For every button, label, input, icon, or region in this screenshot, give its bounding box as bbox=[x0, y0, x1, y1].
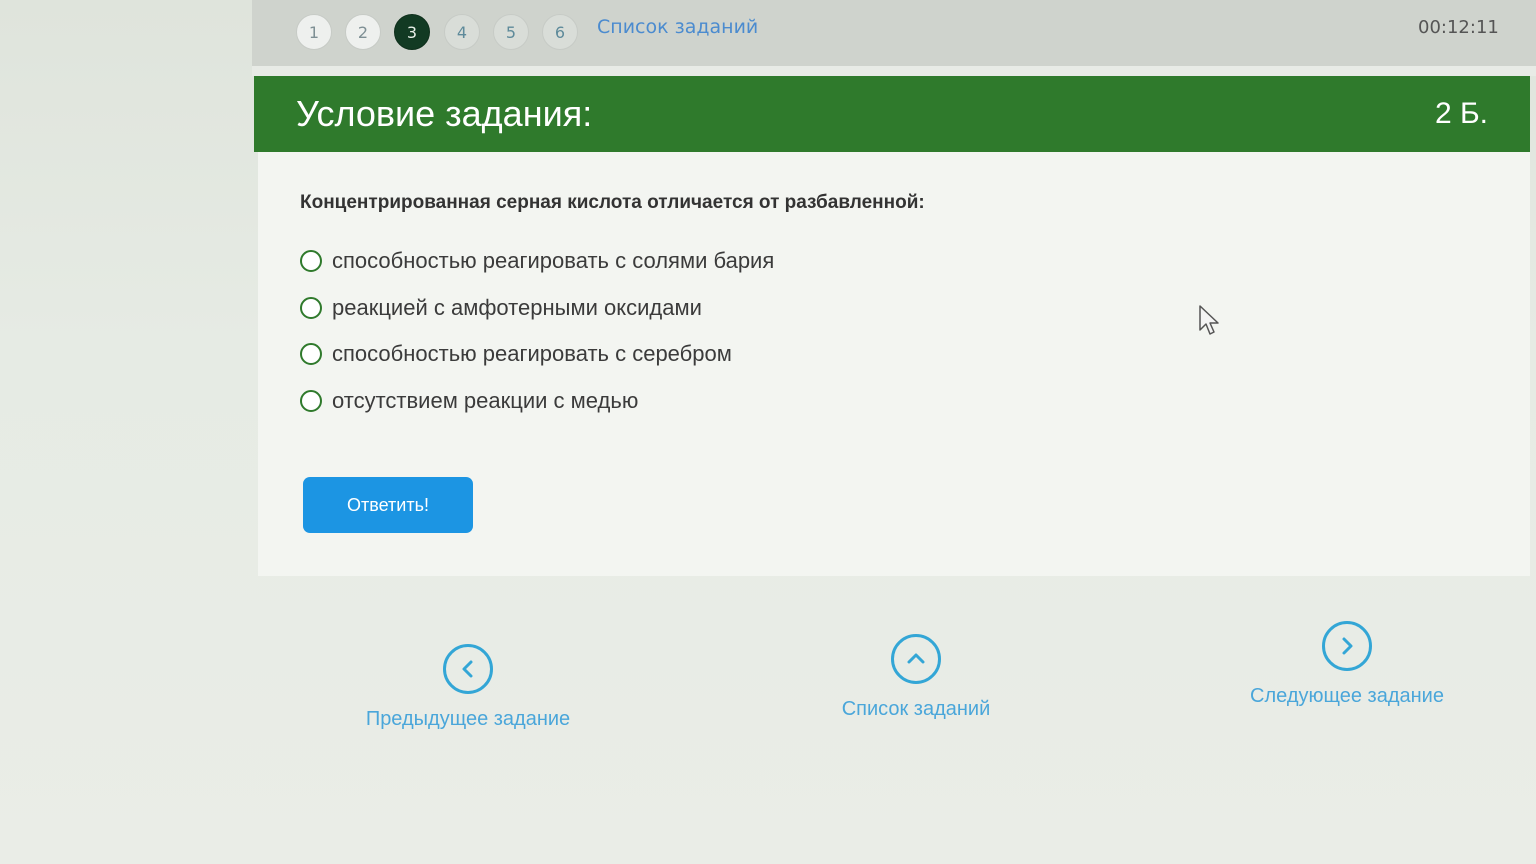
prev-task-link[interactable]: Предыдущее задание bbox=[366, 708, 570, 731]
page-title: Условие задания: bbox=[296, 93, 593, 134]
task-number-2[interactable]: 2 bbox=[345, 14, 381, 50]
task-header: Условие задания: 2 Б. bbox=[254, 76, 1530, 152]
task-number-3[interactable]: 3 bbox=[394, 14, 430, 50]
mouse-pointer-icon bbox=[1199, 305, 1219, 335]
points-badge: 2 Б. bbox=[1434, 97, 1488, 130]
timer: 00:12:11 bbox=[1418, 17, 1499, 38]
radio-button[interactable] bbox=[300, 390, 322, 412]
option-label: способностью реагировать с солями бария bbox=[332, 248, 775, 273]
answer-option-1[interactable]: способностью реагировать с солями бария bbox=[300, 246, 774, 276]
task-list-bottom-link[interactable]: Список заданий bbox=[842, 698, 991, 721]
task-list-nav[interactable]: Список заданий bbox=[826, 634, 1006, 721]
task-number-1[interactable]: 1 bbox=[296, 14, 332, 50]
radio-button[interactable] bbox=[300, 343, 322, 365]
prev-task-nav[interactable]: Предыдущее задание bbox=[351, 644, 585, 731]
chevron-right-icon[interactable] bbox=[1322, 621, 1372, 671]
answer-option-4[interactable]: отсутствием реакции с медью bbox=[300, 386, 638, 416]
chevron-left-icon[interactable] bbox=[443, 644, 493, 694]
next-task-link[interactable]: Следующее задание bbox=[1250, 685, 1444, 708]
next-task-nav[interactable]: Следующее задание bbox=[1240, 621, 1454, 708]
task-number-5[interactable]: 5 bbox=[493, 14, 529, 50]
chevron-up-icon[interactable] bbox=[891, 634, 941, 684]
answer-option-3[interactable]: способностью реагировать с серебром bbox=[300, 339, 732, 369]
question-text: Концентрированная серная кислота отличае… bbox=[300, 192, 925, 213]
radio-button[interactable] bbox=[300, 297, 322, 319]
option-label: способностью реагировать с серебром bbox=[332, 341, 732, 366]
task-number-6[interactable]: 6 bbox=[542, 14, 578, 50]
task-card: Концентрированная серная кислота отличае… bbox=[258, 152, 1530, 576]
divider bbox=[252, 66, 1536, 76]
option-label: реакцией с амфотерными оксидами bbox=[332, 295, 702, 320]
answer-button[interactable]: Ответить! bbox=[303, 477, 473, 533]
radio-button[interactable] bbox=[300, 250, 322, 272]
answer-option-2[interactable]: реакцией с амфотерными оксидами bbox=[300, 293, 702, 323]
option-label: отсутствием реакции с медью bbox=[332, 388, 639, 413]
task-list-link[interactable]: Список заданий bbox=[597, 16, 758, 38]
task-number-4[interactable]: 4 bbox=[444, 14, 480, 50]
